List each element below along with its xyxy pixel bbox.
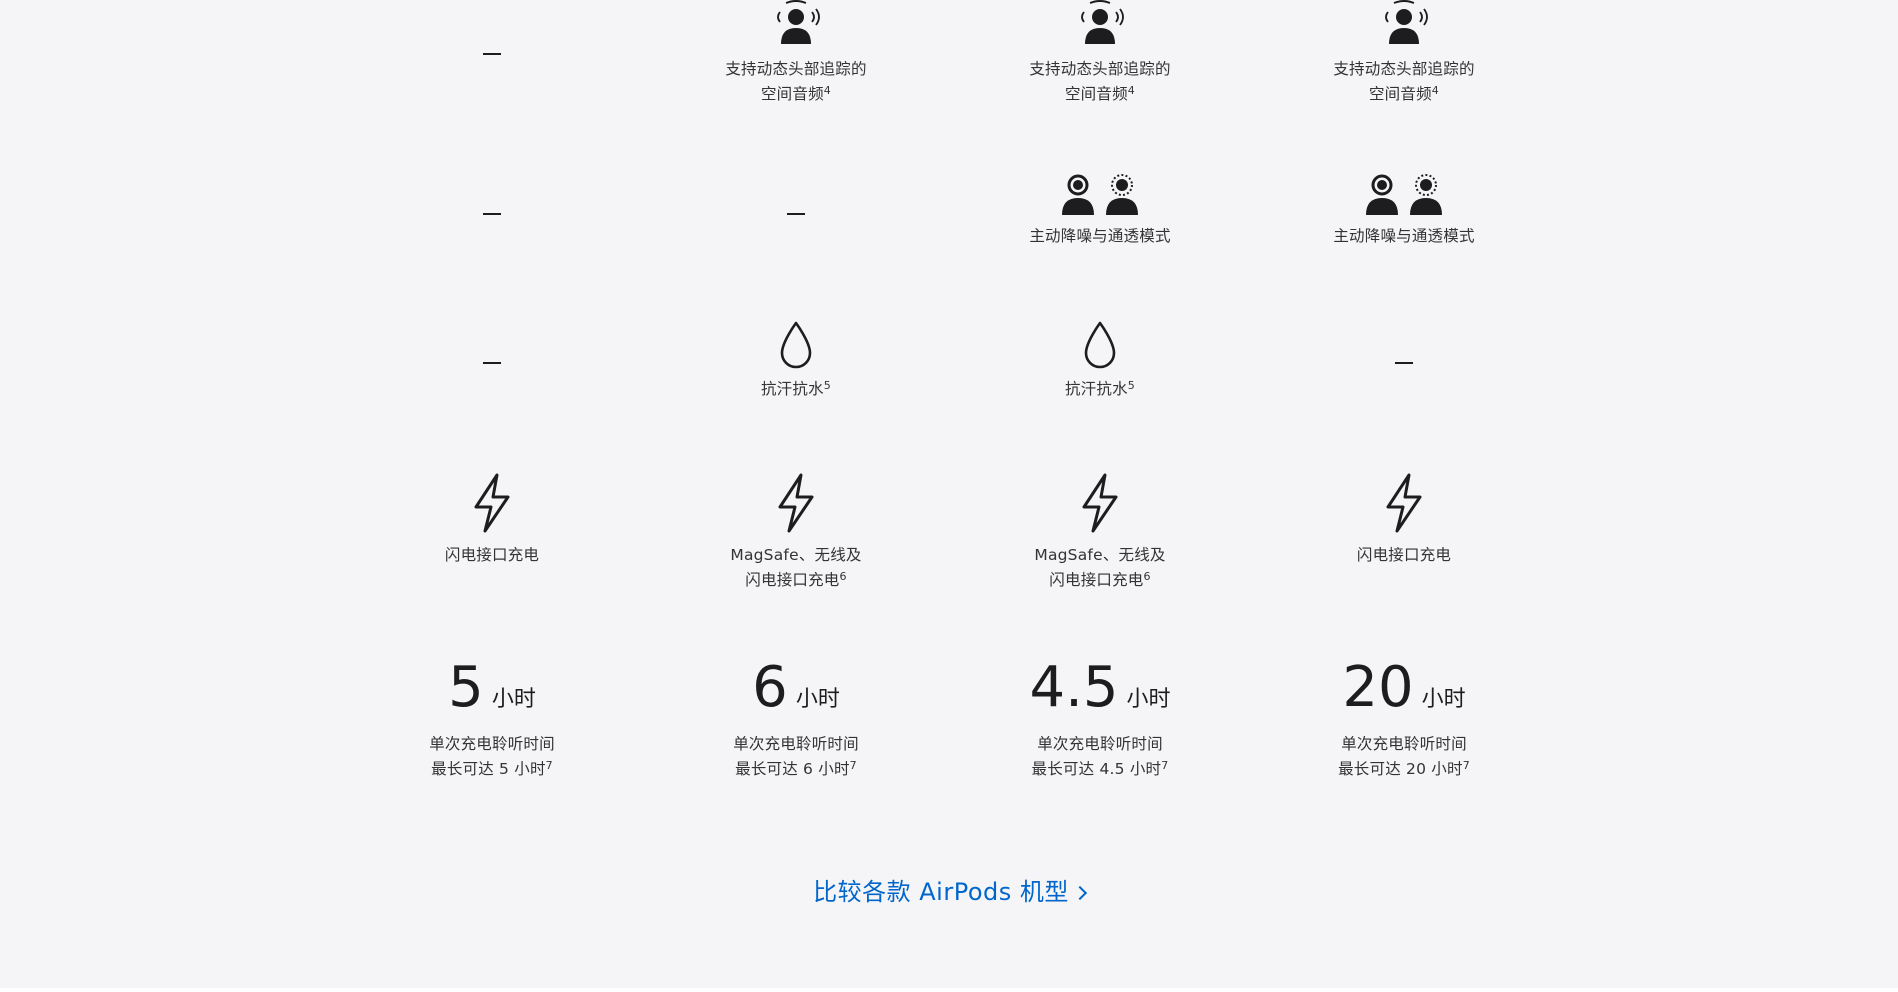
anc-unavailable [646, 213, 946, 215]
anc-transparency-icon [1062, 174, 1138, 215]
water-resistance-caption: 抗汗抗水 [760, 380, 824, 398]
battery-caption-detail: 最长可达 20 小时 [1338, 760, 1463, 778]
anc-feature: 主动降噪与通透模式 [950, 172, 1250, 249]
battery-hours-value: 20 [1342, 655, 1414, 720]
spatial-audio-head-icon [1081, 0, 1124, 44]
spatial-audio-caption: 支持动态头部追踪的 [1333, 60, 1475, 78]
dash-indicator [787, 213, 805, 215]
charging-caption-line2: 闪电接口充电 [1049, 571, 1144, 589]
lightning-bolt-icon [778, 473, 814, 533]
water-drop-icon [780, 321, 812, 369]
footnote-marker[interactable]: 7 [546, 759, 553, 772]
footnote-marker[interactable]: 6 [840, 570, 847, 583]
spatial-audio-caption-line2: 空间音频 [1368, 85, 1432, 103]
battery-hours-unit: 小时 [491, 687, 536, 712]
charging-caption-line2: 闪电接口充电 [745, 571, 840, 589]
footnote-marker[interactable]: 6 [1144, 570, 1151, 583]
water-resistance-feature: 抗汗抗水5 [646, 320, 946, 402]
battery-caption-detail: 最长可达 4.5 小时 [1031, 760, 1162, 778]
anc-transparency-icon [1366, 174, 1442, 215]
water-resistance-feature: 抗汗抗水5 [950, 320, 1250, 402]
spatial-audio-caption-line2: 空间音频 [760, 85, 824, 103]
compare-link-label: 比较各款 AirPods 机型 [813, 878, 1069, 906]
battery-caption: 单次充电聆听时间 [1037, 735, 1163, 753]
anc-feature: 主动降噪与通透模式 [1254, 172, 1554, 249]
model-column-4: 支持动态头部追踪的 空间音频4 主动降噪与通透模式 闪电接口充电 20 小时 单次… [1254, 0, 1554, 800]
battery-caption-detail: 最长可达 6 小时 [735, 760, 850, 778]
spatial-audio-feature: 支持动态头部追踪的 空间音频4 [646, 0, 946, 107]
charging-feature: 闪电接口充电 [1254, 472, 1554, 568]
battery-caption: 单次充电聆听时间 [1341, 735, 1467, 753]
charging-caption: MagSafe、无线及 [1034, 546, 1166, 564]
anc-caption: 主动降噪与通透模式 [1029, 227, 1171, 245]
charging-caption: 闪电接口充电 [1356, 546, 1452, 564]
lightning-bolt-icon [1386, 473, 1422, 533]
footnote-marker[interactable]: 4 [1128, 84, 1135, 97]
battery-caption: 单次充电聆听时间 [429, 735, 555, 753]
footnote-marker[interactable]: 4 [824, 84, 831, 97]
battery-hours-unit: 小时 [1126, 687, 1171, 712]
footnote-marker[interactable]: 7 [1463, 759, 1470, 772]
footnote-marker[interactable]: 5 [824, 379, 831, 392]
footnote-marker[interactable]: 5 [1128, 379, 1135, 392]
lightning-bolt-icon [474, 473, 510, 533]
battery-caption-detail: 最长可达 5 小时 [431, 760, 546, 778]
dash-indicator [483, 362, 501, 364]
spatial-audio-head-icon [777, 0, 820, 44]
battery-hours-unit: 小时 [1421, 687, 1466, 712]
spatial-audio-caption: 支持动态头部追踪的 [1029, 60, 1171, 78]
model-column-2: 支持动态头部追踪的 空间音频4 抗汗抗水5 MagSafe、无线及 闪电接口充电… [646, 0, 946, 800]
anc-caption: 主动降噪与通透模式 [1333, 227, 1475, 245]
water-resistance-unavailable [342, 362, 642, 364]
footnote-marker[interactable]: 7 [850, 759, 857, 772]
model-column-1: 闪电接口充电 5 小时 单次充电聆听时间 最长可达 5 小时7 [342, 0, 642, 800]
comparison-page: 闪电接口充电 5 小时 单次充电聆听时间 最长可达 5 小时7 支持动态头部追踪的… [0, 0, 1898, 992]
charging-feature: MagSafe、无线及 闪电接口充电6 [950, 472, 1250, 593]
charging-caption: 闪电接口充电 [444, 546, 540, 564]
water-drop-icon [1084, 321, 1116, 369]
spatial-audio-head-icon [1385, 0, 1428, 44]
water-resistance-unavailable [1254, 362, 1554, 364]
spatial-audio-unavailable [342, 53, 642, 55]
charging-feature: 闪电接口充电 [342, 472, 642, 568]
compare-airpods-models-link[interactable]: 比较各款 AirPods 机型 [0, 872, 1898, 907]
page-bottom-edge [0, 988, 1898, 992]
spatial-audio-caption-line2: 空间音频 [1064, 85, 1128, 103]
spatial-audio-feature: 支持动态头部追踪的 空间音频4 [950, 0, 1250, 107]
battery-feature: 20 小时 单次充电聆听时间 最长可达 20 小时7 [1254, 658, 1554, 782]
water-resistance-caption: 抗汗抗水 [1064, 380, 1128, 398]
footnote-marker[interactable]: 7 [1161, 759, 1168, 772]
spatial-audio-feature: 支持动态头部追踪的 空间音频4 [1254, 0, 1554, 107]
model-column-3: 支持动态头部追踪的 空间音频4 主动降噪与通透模式 抗汗抗水5 MagSafe、… [950, 0, 1250, 800]
battery-caption: 单次充电聆听时间 [733, 735, 859, 753]
dash-indicator [483, 53, 501, 55]
lightning-bolt-icon [1082, 473, 1118, 533]
battery-hours-value: 4.5 [1029, 655, 1119, 720]
chevron-right-icon [1072, 885, 1087, 901]
battery-feature: 6 小时 单次充电聆听时间 最长可达 6 小时7 [646, 658, 946, 782]
spatial-audio-caption: 支持动态头部追踪的 [725, 60, 867, 78]
battery-hours-unit: 小时 [795, 687, 840, 712]
charging-caption: MagSafe、无线及 [730, 546, 862, 564]
dash-indicator [1395, 362, 1413, 364]
battery-feature: 4.5 小时 单次充电聆听时间 最长可达 4.5 小时7 [950, 658, 1250, 782]
battery-hours-value: 6 [752, 655, 788, 720]
charging-feature: MagSafe、无线及 闪电接口充电6 [646, 472, 946, 593]
anc-unavailable [342, 213, 642, 215]
footnote-marker[interactable]: 4 [1432, 84, 1439, 97]
dash-indicator [483, 213, 501, 215]
battery-feature: 5 小时 单次充电聆听时间 最长可达 5 小时7 [342, 658, 642, 782]
battery-hours-value: 5 [448, 655, 484, 720]
